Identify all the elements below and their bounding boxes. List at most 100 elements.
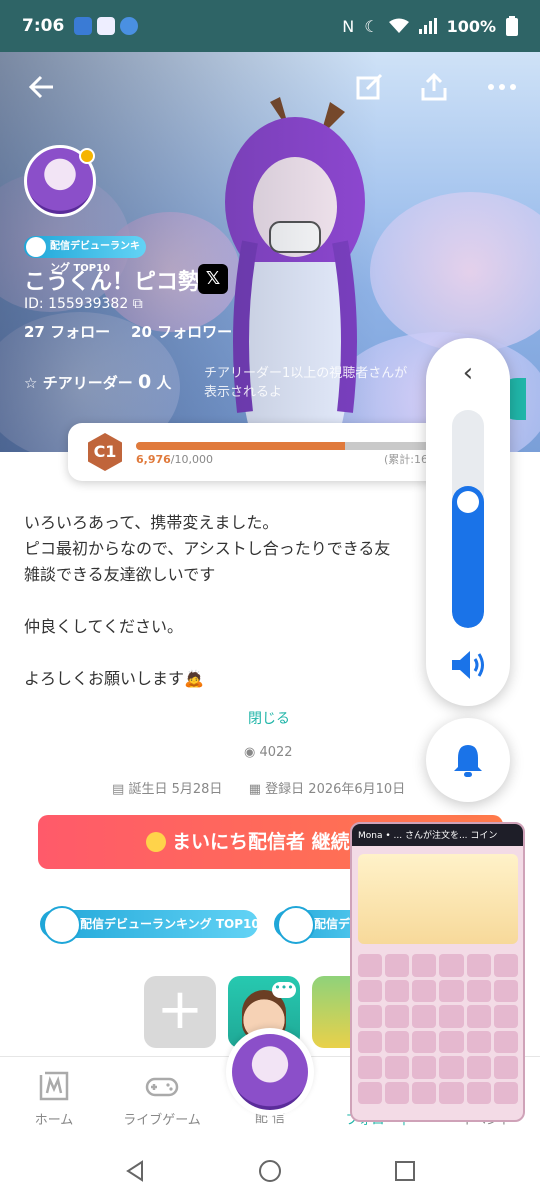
back-triangle-icon[interactable] xyxy=(124,1160,146,1182)
cheer-label: チアリーダー xyxy=(42,374,133,392)
cheerleader-section[interactable]: ☆ チアリーダー 0 人 xyxy=(24,371,171,393)
level-progress-text: 6,976/10,000 xyxy=(136,453,213,466)
avatar xyxy=(232,1034,308,1110)
pip-game-cell xyxy=(439,954,464,977)
pip-game-cell xyxy=(439,1030,464,1053)
stream-avatar-button[interactable] xyxy=(226,1028,314,1116)
ranking-badge-2[interactable]: 配信デ xyxy=(274,906,358,944)
pip-game-cell xyxy=(412,1005,437,1028)
volume-panel: ‹ xyxy=(426,338,510,706)
level-progress-bar xyxy=(136,442,436,450)
cake-icon: ▤ xyxy=(112,782,125,797)
home-circle-icon[interactable] xyxy=(258,1159,282,1183)
gamepad-icon xyxy=(145,1077,179,1097)
follow-label[interactable]: フォロー xyxy=(50,323,110,341)
pip-game-cell xyxy=(412,1030,437,1053)
pip-game-cell xyxy=(466,979,491,1002)
close-bio-link[interactable]: 閉じる xyxy=(248,708,290,728)
pip-game-cell xyxy=(466,1005,491,1028)
pip-title: Mona • ... さんが注文を... コイン xyxy=(352,824,523,846)
picture-in-picture-window[interactable]: Mona • ... さんが注文を... コイン xyxy=(350,822,525,1122)
chat-bubble-icon: ••• xyxy=(272,982,296,998)
wifi-icon xyxy=(388,18,409,33)
medal-icon xyxy=(146,832,166,852)
nav-live-game[interactable]: ライブゲーム xyxy=(108,1069,216,1128)
back-arrow-icon[interactable] xyxy=(22,72,58,113)
online-status-dot xyxy=(79,148,95,164)
app-notification-icon xyxy=(97,17,116,35)
pip-game-cell xyxy=(358,1056,383,1079)
ranking-badge[interactable]: 配信デビューランキング TOP10 xyxy=(24,236,146,274)
user-id-text: ID: 155939382 xyxy=(24,296,129,312)
pip-game-cell xyxy=(385,1030,410,1053)
moon-icon: ☾ xyxy=(364,16,379,36)
status-time: 7:06 xyxy=(22,16,65,36)
app-notification-icon xyxy=(74,17,93,35)
add-button[interactable]: + xyxy=(144,976,216,1048)
signal-icon xyxy=(418,18,437,34)
level-progress-fill xyxy=(136,442,346,450)
profile-bio: いろいろあって、携帯変えました。 ピコ最初からなので、アシストし合ったりできる友… xyxy=(24,513,391,688)
pip-game-cell xyxy=(358,1081,383,1104)
calendar-icon: ▦ xyxy=(248,782,261,797)
pip-game-cell xyxy=(493,1030,518,1053)
pip-game-cell xyxy=(439,1005,464,1028)
pip-game-cell xyxy=(385,979,410,1002)
follow-stats: 27 フォロー 20 フォロワー xyxy=(24,321,232,342)
pip-game-cell xyxy=(412,1081,437,1104)
status-right: N ☾ 100% xyxy=(342,16,518,36)
pip-game-cell xyxy=(358,1030,383,1053)
cheer-note: チアリーダー1以上の視聴者さんが 表示されるよ xyxy=(204,366,408,400)
pip-game-cell xyxy=(412,954,437,977)
pip-game-cell xyxy=(466,1030,491,1053)
battery-percent: 100% xyxy=(446,16,496,36)
follow-count[interactable]: 27 xyxy=(24,323,45,341)
pip-game-cell xyxy=(493,1005,518,1028)
pip-game-cell xyxy=(412,1056,437,1079)
pip-game-cell xyxy=(466,1056,491,1079)
status-bar: 7:06 N ☾ 100% xyxy=(0,0,540,52)
settings-notification-icon xyxy=(120,17,139,35)
cheer-count: 0 xyxy=(137,371,152,393)
pip-game-cell xyxy=(412,979,437,1002)
recents-square-icon[interactable] xyxy=(394,1160,416,1182)
pip-game-header xyxy=(358,854,518,944)
profile-avatar[interactable] xyxy=(24,145,96,217)
level-badge: C1 xyxy=(88,433,122,471)
level-card[interactable]: C1 6,976/10,000 (累計:16 xyxy=(68,423,448,481)
battery-icon xyxy=(506,16,518,36)
x-twitter-icon[interactable]: 𝕏 xyxy=(198,264,228,294)
volume-slider[interactable] xyxy=(452,410,484,628)
pip-game-cell xyxy=(439,1081,464,1104)
home-icon xyxy=(39,1071,69,1101)
ranking-badge-1[interactable]: 配信デビューランキング TOP10 xyxy=(40,906,260,944)
pip-game-cell xyxy=(493,954,518,977)
pip-game-cell xyxy=(358,1005,383,1028)
star-icon: ☆ xyxy=(24,374,38,392)
follower-count[interactable]: 20 xyxy=(131,323,152,341)
view-count: ◉ 4022 xyxy=(244,745,293,760)
chevron-left-icon[interactable]: ‹ xyxy=(426,358,510,388)
bell-icon xyxy=(454,745,482,777)
share-icon[interactable] xyxy=(416,72,452,113)
bell-button[interactable] xyxy=(426,718,510,802)
speaker-icon[interactable] xyxy=(448,648,488,682)
notification-icons xyxy=(74,17,139,35)
pip-game-cell xyxy=(358,979,383,1002)
pip-game-cell xyxy=(439,1056,464,1079)
nav-home[interactable]: ホーム xyxy=(0,1069,108,1128)
nfc-icon: N xyxy=(342,16,355,36)
follower-label[interactable]: フォロワー xyxy=(157,323,232,341)
pip-game-cell xyxy=(493,979,518,1002)
profile-name: こうくん！ピコ勢 xyxy=(24,270,201,295)
pip-game-cell xyxy=(385,954,410,977)
cheer-unit: 人 xyxy=(156,374,172,392)
pip-game-cell xyxy=(466,954,491,977)
more-options-icon[interactable] xyxy=(482,72,522,113)
edit-icon[interactable] xyxy=(352,72,388,113)
pip-game-cell xyxy=(493,1081,518,1104)
pip-game-cell xyxy=(358,954,383,977)
copy-icon[interactable]: ⧉ xyxy=(133,296,143,312)
pip-game-cell xyxy=(439,979,464,1002)
user-id[interactable]: ID: 155939382 ⧉ xyxy=(24,296,143,312)
